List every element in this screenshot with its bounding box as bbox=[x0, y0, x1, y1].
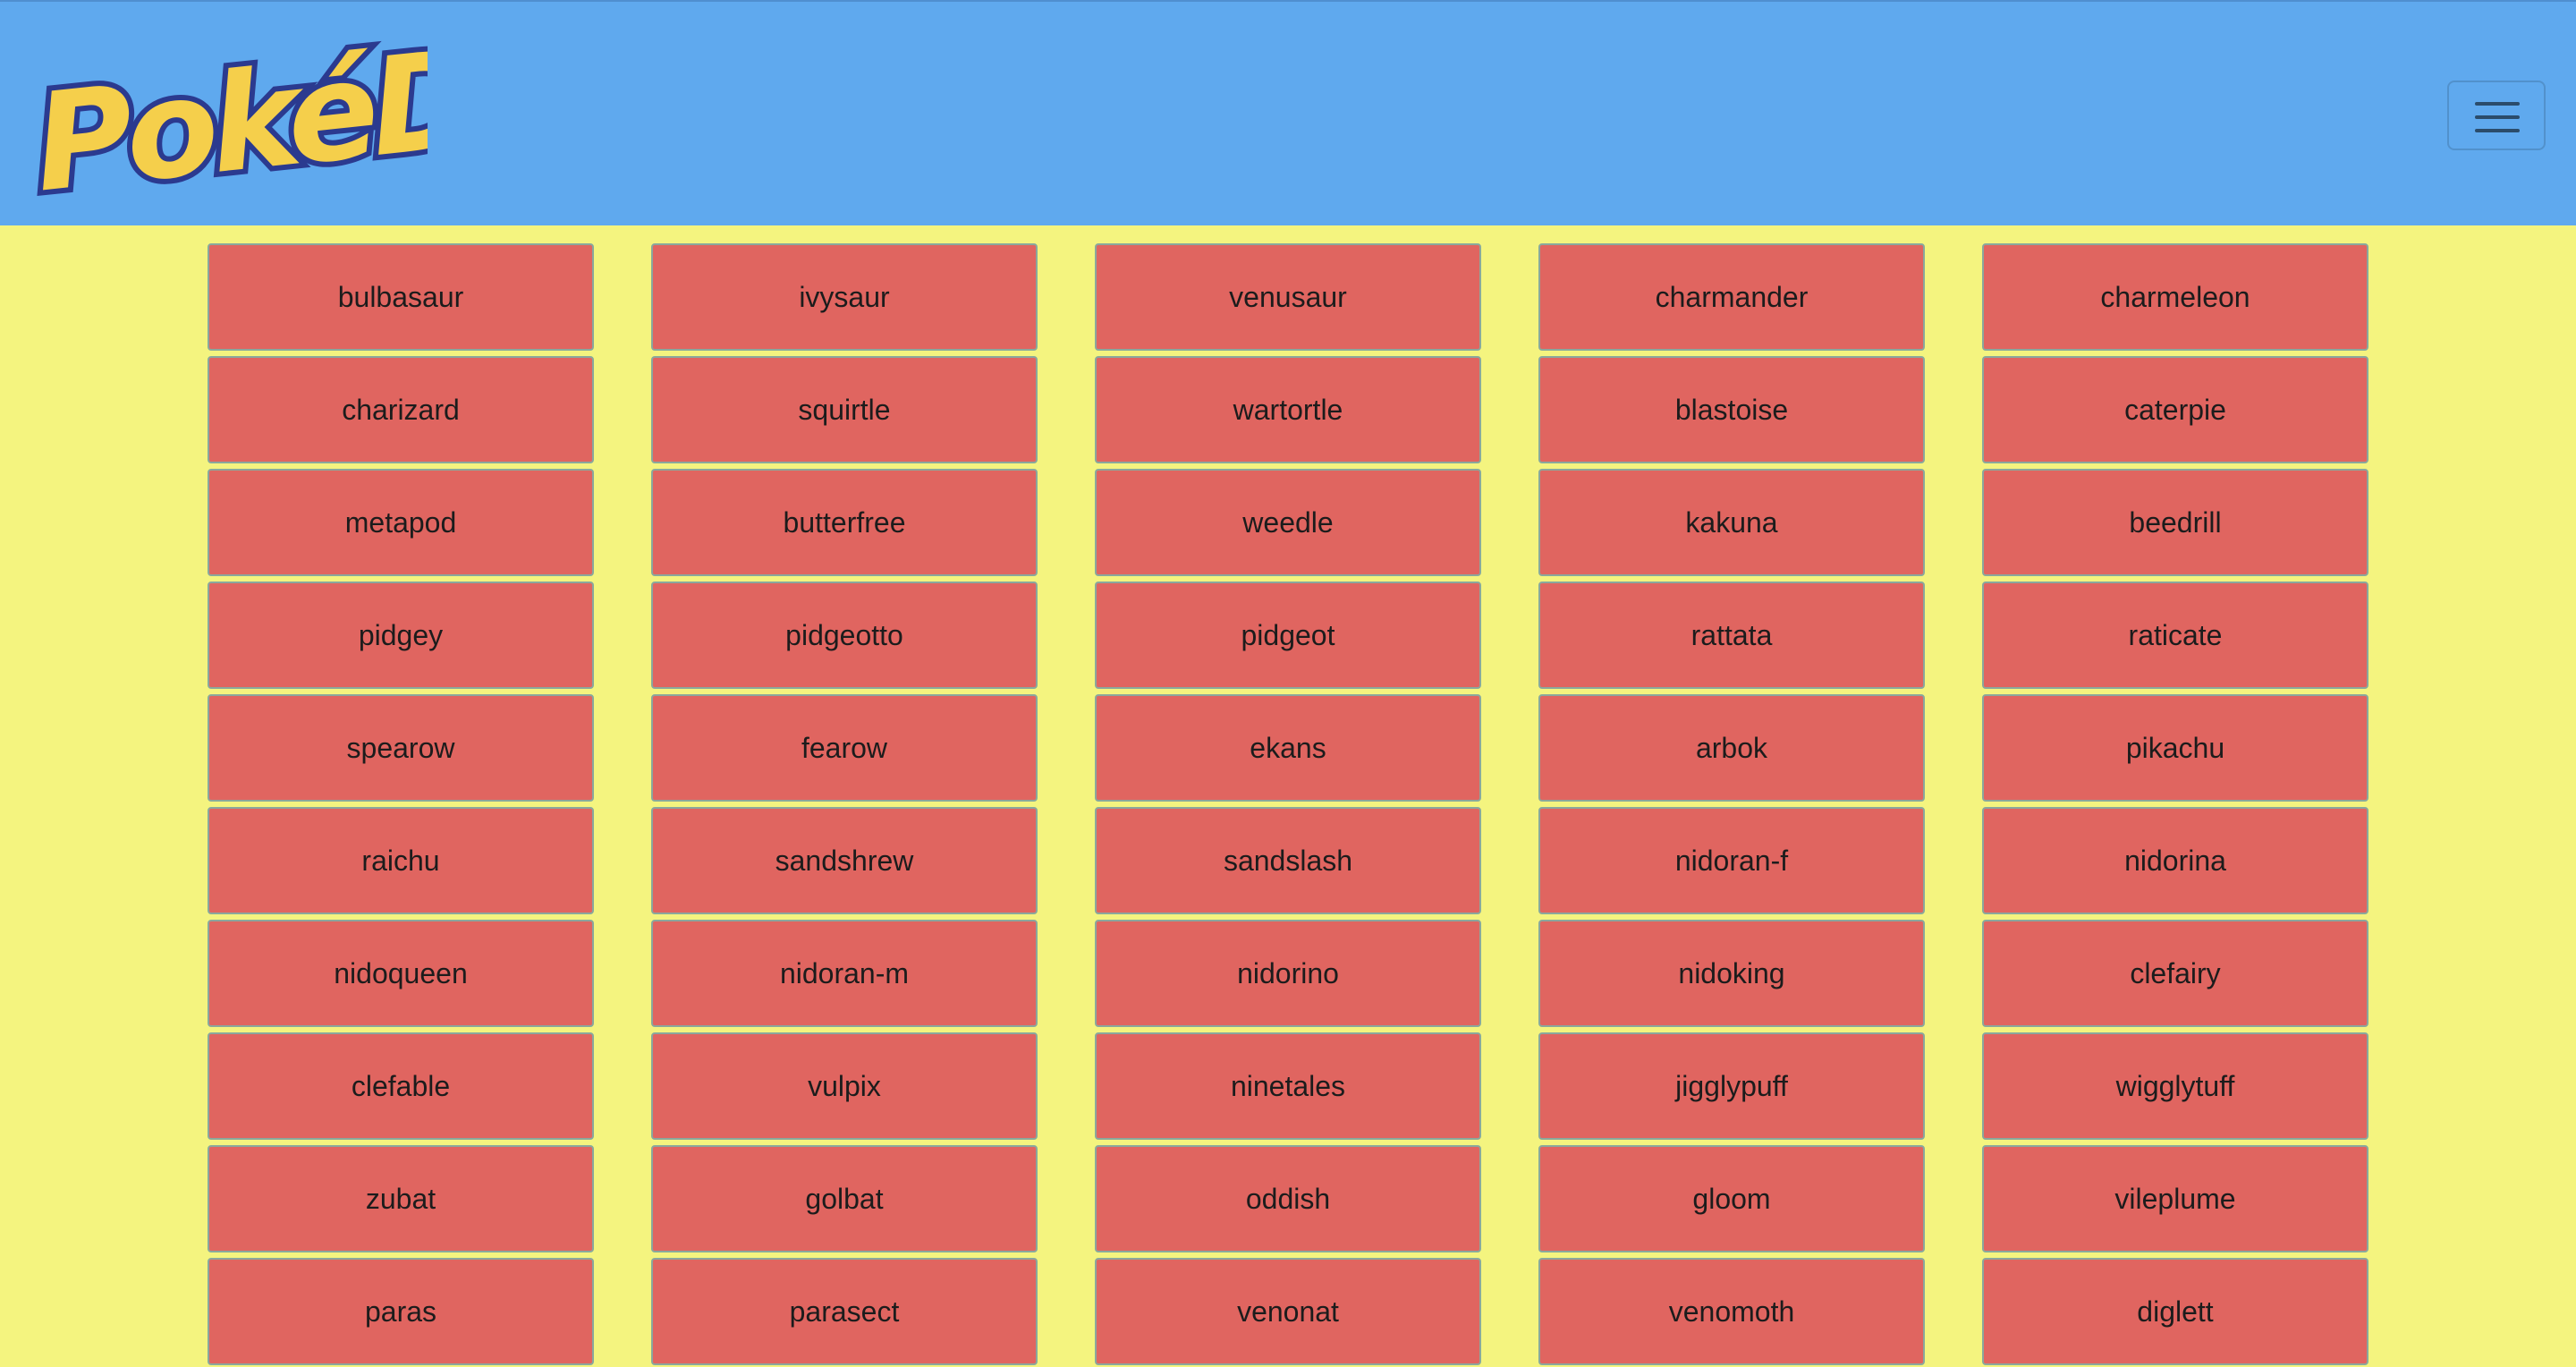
pokemon-card-raticate[interactable]: raticate bbox=[1982, 582, 2368, 689]
pokemon-card-jigglypuff[interactable]: jigglypuff bbox=[1538, 1032, 1925, 1140]
pokemon-card-nidorina[interactable]: nidorina bbox=[1982, 807, 2368, 914]
pokemon-card-parasect[interactable]: parasect bbox=[651, 1258, 1038, 1365]
pokemon-card-paras[interactable]: paras bbox=[208, 1258, 594, 1365]
pokemon-card-wartortle[interactable]: wartortle bbox=[1095, 356, 1481, 463]
pokemon-card-pidgey[interactable]: pidgey bbox=[208, 582, 594, 689]
pokemon-card-clefairy[interactable]: clefairy bbox=[1982, 920, 2368, 1027]
navbar: PokéDex bbox=[0, 0, 2576, 225]
pokemon-card-venomoth[interactable]: venomoth bbox=[1538, 1258, 1925, 1365]
pokemon-card-spearow[interactable]: spearow bbox=[208, 694, 594, 802]
menu-toggle-button[interactable] bbox=[2447, 81, 2546, 150]
pokemon-card-kakuna[interactable]: kakuna bbox=[1538, 469, 1925, 576]
pokemon-card-nidoking[interactable]: nidoking bbox=[1538, 920, 1925, 1027]
pokemon-card-sandshrew[interactable]: sandshrew bbox=[651, 807, 1038, 914]
pokemon-card-wigglytuff[interactable]: wigglytuff bbox=[1982, 1032, 2368, 1140]
pokemon-card-weedle[interactable]: weedle bbox=[1095, 469, 1481, 576]
pokemon-card-metapod[interactable]: metapod bbox=[208, 469, 594, 576]
pokemon-card-clefable[interactable]: clefable bbox=[208, 1032, 594, 1140]
pokemon-card-nidorino[interactable]: nidorino bbox=[1095, 920, 1481, 1027]
pokemon-card-gloom[interactable]: gloom bbox=[1538, 1145, 1925, 1252]
pokemon-card-rattata[interactable]: rattata bbox=[1538, 582, 1925, 689]
pokemon-card-butterfree[interactable]: butterfree bbox=[651, 469, 1038, 576]
pokemon-grid: bulbasaur ivysaur venusaur charmander charme… bbox=[208, 243, 2368, 1365]
pokemon-card-pikachu[interactable]: pikachu bbox=[1982, 694, 2368, 802]
pokemon-card-diglett[interactable]: diglett bbox=[1982, 1258, 2368, 1365]
pokemon-card-fearow[interactable]: fearow bbox=[651, 694, 1038, 802]
pokemon-card-nidoran-m[interactable]: nidoran-m bbox=[651, 920, 1038, 1027]
hamburger-menu-icon bbox=[2475, 102, 2520, 106]
pokemon-card-charmeleon[interactable]: charmeleon bbox=[1982, 243, 2368, 351]
pokemon-card-golbat[interactable]: golbat bbox=[651, 1145, 1038, 1252]
pokemon-card-venusaur[interactable]: venusaur bbox=[1095, 243, 1481, 351]
pokemon-card-ivysaur[interactable]: ivysaur bbox=[651, 243, 1038, 351]
pokemon-card-zubat[interactable]: zubat bbox=[208, 1145, 594, 1252]
pokemon-card-sandslash[interactable]: sandslash bbox=[1095, 807, 1481, 914]
pokemon-card-oddish[interactable]: oddish bbox=[1095, 1145, 1481, 1252]
pokemon-card-charmander[interactable]: charmander bbox=[1538, 243, 1925, 351]
pokemon-card-arbok[interactable]: arbok bbox=[1538, 694, 1925, 802]
hamburger-menu-icon-bar bbox=[2475, 115, 2520, 119]
pokemon-card-ninetales[interactable]: ninetales bbox=[1095, 1032, 1481, 1140]
hamburger-menu-icon-bar bbox=[2475, 129, 2520, 132]
pokemon-card-squirtle[interactable]: squirtle bbox=[651, 356, 1038, 463]
pokemon-card-vulpix[interactable]: vulpix bbox=[651, 1032, 1038, 1140]
pokedex-logo[interactable]: PokéDex bbox=[25, 23, 428, 211]
pokemon-card-beedrill[interactable]: beedrill bbox=[1982, 469, 2368, 576]
pokemon-card-raichu[interactable]: raichu bbox=[208, 807, 594, 914]
pokemon-card-blastoise[interactable]: blastoise bbox=[1538, 356, 1925, 463]
pokemon-card-venonat[interactable]: venonat bbox=[1095, 1258, 1481, 1365]
pokemon-card-ekans[interactable]: ekans bbox=[1095, 694, 1481, 802]
pokemon-card-bulbasaur[interactable]: bulbasaur bbox=[208, 243, 594, 351]
pokemon-card-pidgeotto[interactable]: pidgeotto bbox=[651, 582, 1038, 689]
pokemon-card-vileplume[interactable]: vileplume bbox=[1982, 1145, 2368, 1252]
pokemon-card-pidgeot[interactable]: pidgeot bbox=[1095, 582, 1481, 689]
pokemon-card-nidoran-f[interactable]: nidoran-f bbox=[1538, 807, 1925, 914]
svg-text:PokéDex: PokéDex bbox=[27, 23, 428, 211]
pokemon-card-charizard[interactable]: charizard bbox=[208, 356, 594, 463]
pokemon-card-caterpie[interactable]: caterpie bbox=[1982, 356, 2368, 463]
pokemon-card-nidoqueen[interactable]: nidoqueen bbox=[208, 920, 594, 1027]
